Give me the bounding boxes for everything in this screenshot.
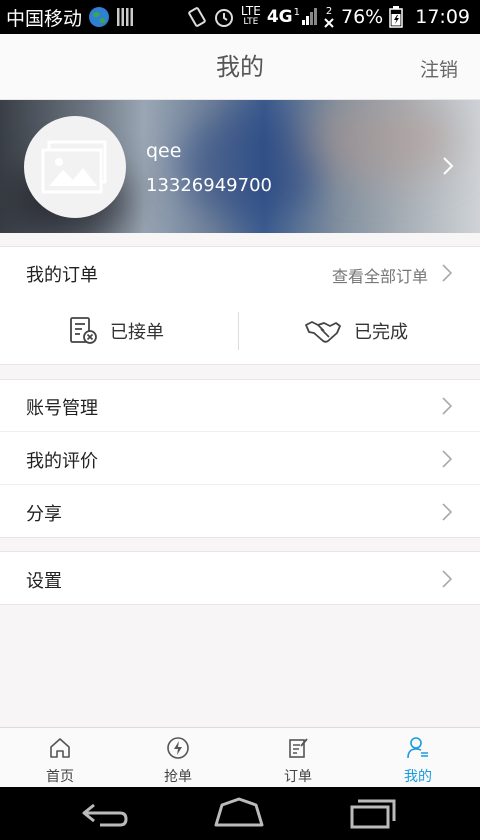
lte-indicator: LTE LTE [240, 4, 261, 28]
chevron-right-icon [442, 570, 452, 588]
banner-background-blur [300, 100, 460, 180]
handshake-icon [305, 321, 341, 343]
signal-1: 4G 1 [267, 7, 317, 27]
chevron-right-icon [443, 157, 454, 175]
tab-label: 首页 [46, 769, 74, 785]
bottom-tab-bar: 首页 抢单 订单 我的 [0, 727, 480, 787]
my-orders-row[interactable]: 我的订单 查看全部订单 [0, 246, 480, 299]
tab-home[interactable]: 首页 [0, 728, 120, 788]
home-nav-icon[interactable] [212, 795, 266, 831]
user-icon [407, 737, 428, 759]
sim2-label: 2 [325, 5, 333, 17]
completed-label: 已完成 [354, 322, 408, 343]
back-icon[interactable] [80, 795, 130, 831]
menu-item-reviews[interactable]: 我的评价 [0, 431, 480, 485]
profile-banner[interactable] [0, 100, 480, 233]
tab-label: 我的 [404, 769, 432, 785]
menu-item-label: 设置 [26, 571, 62, 592]
menu-item-label: 分享 [26, 504, 62, 525]
accepted-label: 已接单 [110, 322, 164, 343]
chevron-right-icon [442, 264, 452, 282]
clock: 17:09 [415, 6, 470, 28]
battery-icon [389, 6, 403, 28]
carrier-name: 中国移动 [6, 7, 83, 30]
menu-item-account[interactable]: 账号管理 [0, 379, 480, 432]
divider [238, 312, 239, 350]
banner-background-blur [180, 110, 320, 220]
recent-apps-icon[interactable] [346, 795, 396, 831]
battery-percent: 76% [341, 6, 384, 28]
app-header: 我的 注销 [0, 34, 480, 100]
alarm-icon [214, 9, 233, 27]
no-signal-icon [324, 17, 334, 28]
menu-item-label: 账号管理 [26, 398, 98, 419]
signal-bars-icon [302, 8, 317, 25]
home-icon [50, 738, 70, 758]
status-bar: 中国移动 LTE LTE 4G 1 2 76% 17:09 [0, 0, 480, 34]
system-navigation-bar [0, 787, 480, 840]
chevron-right-icon [442, 503, 452, 521]
avatar[interactable] [24, 116, 126, 218]
completed-orders-button[interactable]: 已完成 [304, 298, 408, 364]
tab-orders[interactable]: 订单 [238, 728, 358, 788]
order-status-row: 已接单 已完成 [0, 298, 480, 365]
logout-button[interactable]: 注销 [420, 34, 458, 106]
order-icon [289, 738, 308, 758]
accepted-orders-button[interactable]: 已接单 [68, 298, 164, 364]
lte-bottom-label: LTE [243, 17, 259, 27]
view-all-orders-link[interactable]: 查看全部订单 [332, 263, 428, 287]
phone-number: 13326949700 [146, 175, 272, 196]
my-orders-label: 我的订单 [26, 265, 98, 286]
tab-grab-order[interactable]: 抢单 [118, 728, 238, 788]
menu-item-label: 我的评价 [26, 451, 98, 472]
menu-item-share[interactable]: 分享 [0, 484, 480, 538]
username: qee [146, 140, 182, 162]
vibrate-icon [188, 7, 206, 27]
lte-top-label: LTE [240, 4, 261, 18]
tab-label: 订单 [284, 769, 312, 785]
chevron-right-icon [442, 450, 452, 468]
page-title: 我的 [216, 53, 264, 81]
image-placeholder-icon [41, 140, 107, 194]
tab-mine[interactable]: 我的 [358, 728, 478, 788]
network-type-label: 4G [266, 7, 293, 27]
sim1-label: 1 [293, 7, 300, 18]
chevron-right-icon [442, 397, 452, 415]
notification-bars-icon [117, 8, 134, 26]
tab-label: 抢单 [164, 769, 192, 785]
signal-2: 2 [323, 6, 335, 29]
clipboard-icon [70, 317, 97, 344]
globe-icon [89, 7, 110, 27]
lightning-icon [167, 737, 189, 759]
menu-item-settings[interactable]: 设置 [0, 551, 480, 605]
